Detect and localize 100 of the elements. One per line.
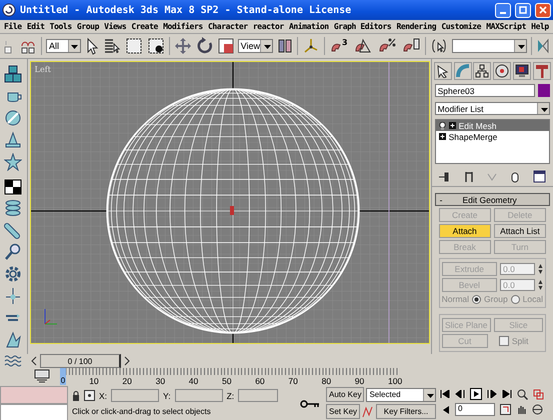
- key-curve-icon[interactable]: [362, 404, 374, 418]
- cone-icon[interactable]: [4, 131, 22, 149]
- select-list-icon[interactable]: [102, 37, 121, 55]
- modifier-list-dropdown[interactable]: Modifier List: [434, 102, 550, 115]
- spinner-arrows-icon[interactable]: [538, 263, 543, 275]
- maximize-icon[interactable]: [519, 6, 527, 14]
- go-to-start-icon[interactable]: [440, 390, 450, 398]
- menu-item[interactable]: Help: [531, 22, 549, 31]
- capsule-icon[interactable]: [4, 221, 22, 239]
- stack-item[interactable]: Edit Mesh: [436, 120, 549, 131]
- create-tab[interactable]: [434, 62, 452, 80]
- previous-frame-icon[interactable]: [455, 390, 465, 398]
- ball-icon[interactable]: [4, 109, 22, 127]
- remove-modifier-icon[interactable]: [510, 170, 520, 182]
- play-icon[interactable]: [470, 388, 482, 400]
- absolute-mode-icon[interactable]: [84, 390, 95, 401]
- menu-item[interactable]: MAXScript: [486, 22, 526, 31]
- utilities-tab[interactable]: [532, 62, 551, 80]
- menu-item[interactable]: Graph Editors: [334, 22, 392, 31]
- minimize-button[interactable]: [495, 2, 511, 18]
- object-color-swatch[interactable]: [538, 84, 550, 97]
- rectangle-select-icon[interactable]: [124, 37, 143, 55]
- gear-icon[interactable]: [4, 265, 22, 283]
- bulb-icon[interactable]: [438, 122, 446, 130]
- go-to-end-icon[interactable]: [502, 390, 512, 398]
- close-icon[interactable]: [539, 6, 547, 14]
- current-frame-marker[interactable]: 0: [60, 368, 66, 385]
- set-key-button[interactable]: Set Key: [326, 404, 360, 419]
- magnifier-icon[interactable]: [4, 243, 22, 261]
- expand-plus-icon[interactable]: [448, 122, 456, 129]
- menu-item[interactable]: Group: [76, 22, 99, 31]
- object-name-field[interactable]: Sphere03: [434, 84, 535, 97]
- z-coordinate-field[interactable]: [238, 389, 278, 402]
- rotate-icon[interactable]: [196, 37, 214, 55]
- star-icon[interactable]: [4, 153, 22, 171]
- named-selection-icon[interactable]: [430, 37, 448, 55]
- menu-item[interactable]: Character: [208, 22, 248, 31]
- current-frame-field[interactable]: 0: [455, 403, 495, 416]
- angle-snap-icon[interactable]: [353, 37, 374, 55]
- menu-item[interactable]: Modifiers: [163, 22, 203, 31]
- lock-icon[interactable]: [72, 390, 80, 400]
- menu-item[interactable]: Rendering: [396, 22, 436, 31]
- menu-item[interactable]: Edit: [26, 22, 44, 31]
- auto-key-button[interactable]: Auto Key: [326, 387, 364, 402]
- script-listener-field[interactable]: [0, 386, 68, 404]
- maximize-button[interactable]: [515, 2, 531, 18]
- radio-button[interactable]: [472, 294, 482, 304]
- configure-sets-icon[interactable]: [533, 170, 546, 183]
- spinner-arrows-icon[interactable]: [538, 279, 543, 291]
- hierarchy-tab[interactable]: [473, 62, 492, 80]
- menu-item[interactable]: Customize: [441, 22, 482, 31]
- waves-icon[interactable]: [4, 353, 22, 369]
- scale-icon[interactable]: [218, 38, 234, 54]
- move-icon[interactable]: [174, 37, 192, 55]
- slider-left-icon[interactable]: [30, 356, 38, 366]
- mirror-icon[interactable]: [536, 37, 550, 55]
- rollout-button[interactable]: Attach List: [494, 224, 546, 238]
- time-slider-thumb[interactable]: 0 / 100: [40, 354, 121, 368]
- slider-right-icon[interactable]: [123, 356, 131, 366]
- zoom-all-icon[interactable]: [533, 388, 544, 400]
- hammer-icon: [534, 64, 549, 78]
- crosshair-icon[interactable]: [4, 287, 22, 305]
- display-tab[interactable]: [513, 62, 532, 80]
- menu-item[interactable]: File: [4, 22, 22, 31]
- menu-item[interactable]: Create: [131, 22, 158, 31]
- menu-item[interactable]: Animation: [288, 22, 329, 31]
- script-output-field[interactable]: [0, 404, 68, 420]
- menu-item[interactable]: Views: [104, 22, 126, 31]
- stack-item[interactable]: ShapeMerge: [436, 131, 549, 142]
- checker-icon[interactable]: [4, 179, 22, 195]
- menu-item[interactable]: reactor: [252, 22, 284, 31]
- rollout-header[interactable]: - Edit Geometry: [434, 193, 550, 206]
- named-selection-dropdown[interactable]: [452, 39, 527, 53]
- motion-tab[interactable]: [493, 62, 512, 80]
- time-config-icon[interactable]: [500, 404, 511, 415]
- radio-button[interactable]: [510, 294, 520, 304]
- pivot-icon[interactable]: [277, 37, 294, 55]
- rollout-button[interactable]: Attach: [438, 224, 491, 238]
- orbit-icon[interactable]: [532, 404, 543, 415]
- zoom-icon[interactable]: [517, 388, 528, 400]
- wing-icon[interactable]: [4, 331, 22, 349]
- close-button[interactable]: [535, 2, 551, 18]
- expand-plus-icon[interactable]: [438, 133, 446, 140]
- radio-label: Local: [522, 294, 543, 304]
- key-filters-button[interactable]: Key Filters...: [376, 404, 436, 419]
- disks-icon[interactable]: [4, 199, 22, 217]
- key-icon[interactable]: [300, 400, 320, 408]
- show-end-result-icon[interactable]: [464, 170, 474, 182]
- curve-editor-icon[interactable]: [34, 369, 50, 383]
- arrow-cursor-icon[interactable]: [84, 37, 99, 55]
- selection-filter-dropdown[interactable]: All: [46, 39, 81, 53]
- window-select-icon[interactable]: [146, 37, 165, 55]
- menu-item[interactable]: Tools: [50, 22, 72, 31]
- x-coordinate-field[interactable]: [111, 389, 160, 402]
- y-coordinate-field[interactable]: [174, 389, 223, 402]
- pin-stack-icon[interactable]: [438, 170, 450, 182]
- next-frame-icon[interactable]: [487, 390, 497, 398]
- reference-coordinate-dropdown[interactable]: View: [238, 39, 274, 53]
- blocks-icon[interactable]: [4, 65, 22, 83]
- key-mode-dropdown[interactable]: Selected: [366, 388, 436, 402]
